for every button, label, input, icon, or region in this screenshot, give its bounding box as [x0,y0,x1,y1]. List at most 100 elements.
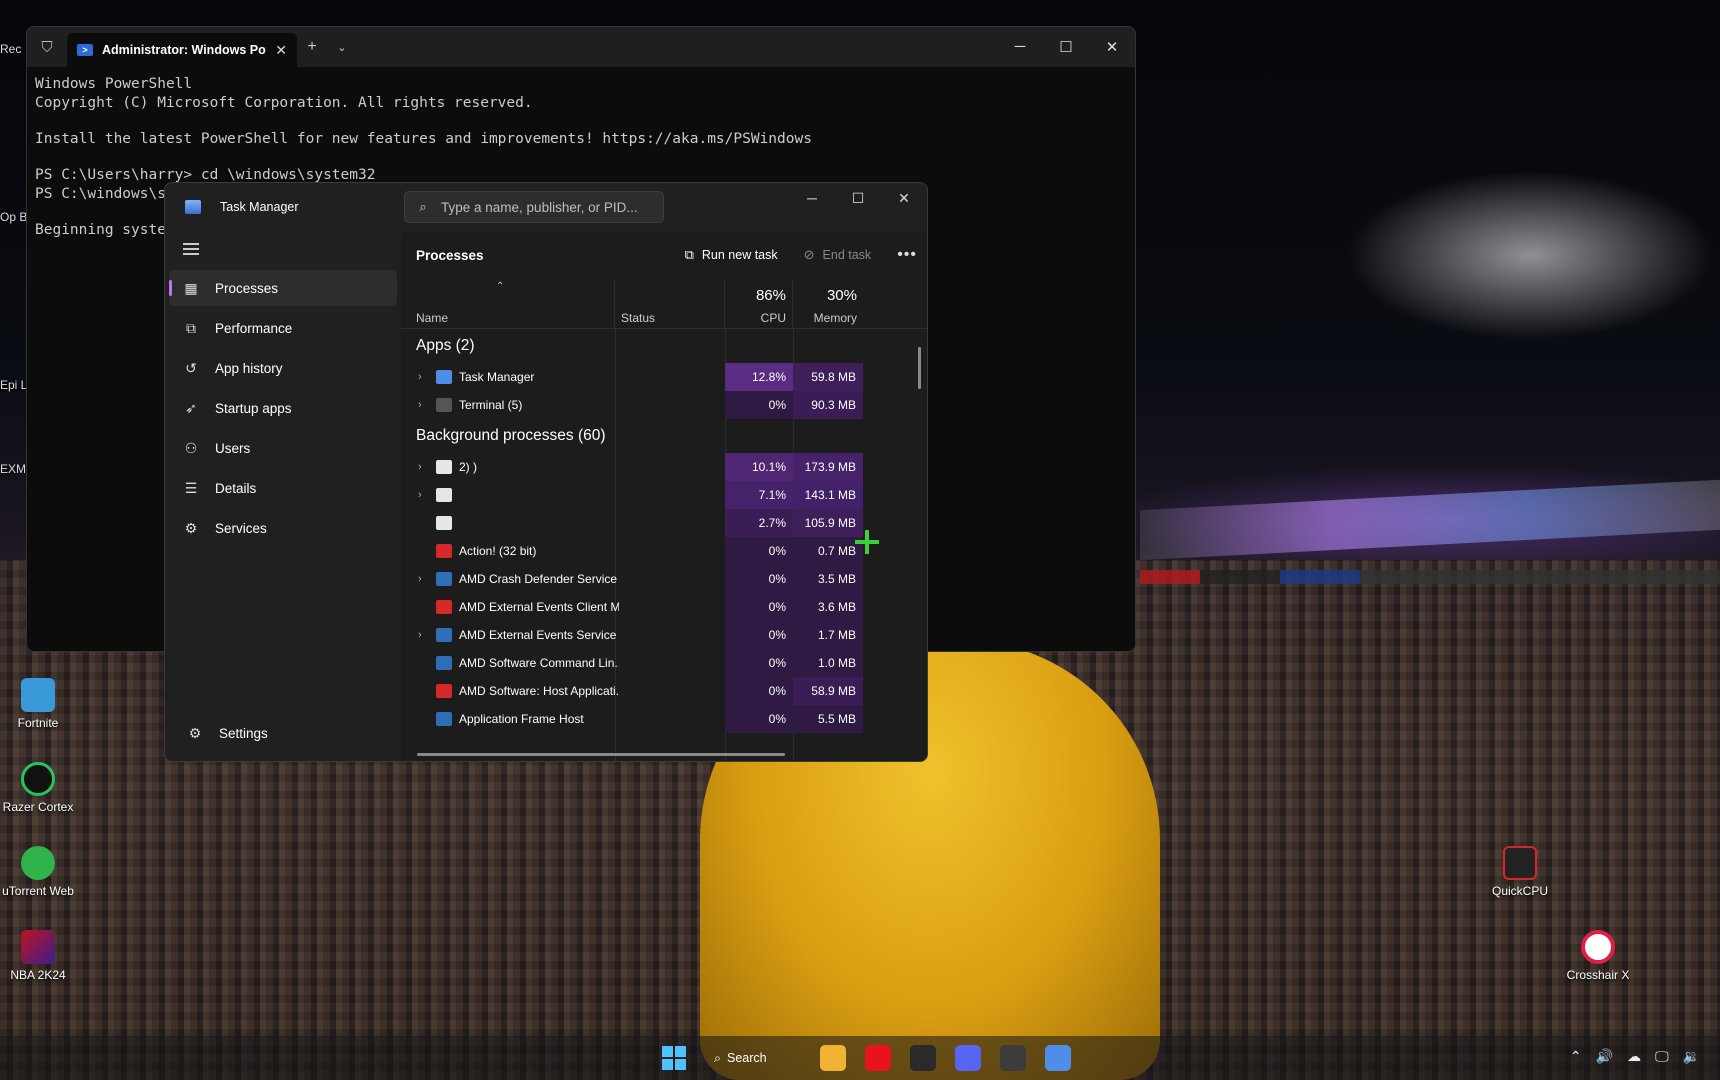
memory-cell: 173.9 MB [793,453,863,481]
sidebar-item-app-history[interactable]: ↺ App history [169,350,397,386]
desktop-icon-fortnite[interactable]: Fortnite [0,678,78,730]
taskbar-search-button[interactable]: ⌕ Search [714,1044,794,1072]
new-tab-button[interactable]: + [297,38,327,56]
process-list[interactable]: Apps (2) › Task Manager 12.8% 59.8 MB › Termin… [401,329,927,761]
close-button[interactable]: ✕ [881,183,927,213]
desktop-icon-razer-cortex[interactable]: Razer Cortex [0,762,78,814]
taskbar: ⌕ Search ⌃ 🔊 ☁ 🖵 🔉 [0,1036,1720,1080]
chevron-down-icon[interactable]: ⌄ [327,41,357,54]
search-input[interactable] [441,199,651,215]
network-icon[interactable]: 🖵 [1655,1048,1669,1065]
chevron-right-icon[interactable]: › [418,489,422,501]
minimize-button[interactable]: ─ [997,38,1043,56]
volume-icon[interactable]: 🔉 [1683,1048,1700,1065]
process-name: Application Frame Host [459,712,584,726]
close-tab-icon[interactable]: ✕ [275,42,287,59]
chevron-right-icon[interactable]: › [418,461,422,473]
cpu-cell: 2.7% [725,509,793,537]
memory-cell: 59.8 MB [793,363,863,391]
sidebar-item-startup-apps[interactable]: ➶ Startup apps [169,390,397,426]
chevron-right-icon[interactable]: › [418,371,422,383]
sidebar-item-users[interactable]: ⚇ Users [169,430,397,466]
cpu-cell: 0% [725,391,793,419]
users-icon: ⚇ [184,439,198,456]
sidebar-item-label: Startup apps [215,400,292,416]
task-manager-titlebar[interactable]: Task Manager ⌕ ─ ☐ ✕ [165,183,927,231]
table-row[interactable]: › Terminal (5) 0% 90.3 MB [401,391,927,419]
sidebar-item-details[interactable]: ☰ Details [169,470,397,506]
sidebar-item-settings[interactable]: ⚙ Settings [173,715,401,751]
start-button[interactable] [662,1046,686,1070]
maximize-button[interactable]: ☐ [1043,38,1089,56]
crosshair-cursor-icon [855,530,879,554]
terminal-icon[interactable] [1000,1045,1026,1071]
terminal-tab[interactable]: > Administrator: Windows PowerShell ✕ [67,33,297,67]
cpu-cell: 10.1% [725,453,793,481]
table-row[interactable]: AMD Software: Host Applicati... 0% 58.9 MB [401,677,927,705]
close-button[interactable]: ✕ [1089,38,1135,56]
table-row[interactable]: Action! (32 bit) 0% 0.7 MB [401,537,927,565]
search-box[interactable]: ⌕ [404,191,664,223]
memory-cell: 5.5 MB [793,705,863,733]
desktop-icon-quickcpu[interactable]: QuickCPU [1480,846,1560,898]
desktop-icon-label: Crosshair X [1566,968,1630,982]
chevron-right-icon[interactable]: › [418,399,422,411]
desktop-icon-crosshair-x[interactable]: Crosshair X [1558,930,1638,982]
chevron-up-icon[interactable]: ⌃ [1570,1048,1582,1065]
task-manager-window[interactable]: Task Manager ⌕ ─ ☐ ✕ ▦ Processes ⧉ Performa… [164,182,928,762]
maximize-button[interactable]: ☐ [835,183,881,213]
group-title: Background processes (60) [416,427,606,444]
chevron-right-icon[interactable]: › [418,573,422,585]
desktop-edge-label[interactable]: EXM [0,462,26,476]
search-icon: ⌕ [419,199,427,214]
task-manager-icon[interactable] [1045,1045,1071,1071]
table-row[interactable]: Application Frame Host 0% 5.5 MB [401,705,927,733]
process-group-header[interactable]: Background processes (60) [401,419,927,453]
terminal-titlebar[interactable]: ⛉ > Administrator: Windows PowerShell ✕ … [27,27,1135,67]
run-new-task-button[interactable]: ⧉ Run new task [685,247,778,263]
column-header-memory[interactable]: 30% Memory [793,279,863,329]
end-task-button[interactable]: ⊘ End task [804,247,872,263]
desktop-icon-label: uTorrent Web [2,884,74,898]
table-row[interactable]: 2.7% 105.9 MB [401,509,927,537]
hamburger-menu-icon[interactable] [183,243,199,255]
sidebar-item-processes[interactable]: ▦ Processes [169,270,397,306]
processes-icon: ▦ [184,279,198,296]
details-icon: ☰ [184,479,198,496]
horizontal-scrollbar[interactable] [417,753,785,756]
crosshair-x-icon [1581,930,1615,964]
more-options-icon[interactable]: ••• [897,246,917,264]
terminal-line: Windows PowerShell [35,76,193,92]
table-row[interactable]: › 7.1% 143.1 MB [401,481,927,509]
shield-icon: ⛉ [41,38,53,56]
table-row[interactable]: › AMD Crash Defender Service 0% 3.5 MB [401,565,927,593]
cpu-cell: 7.1% [725,481,793,509]
memory-cell: 3.5 MB [793,565,863,593]
chevron-right-icon[interactable]: › [418,629,422,641]
process-group-header[interactable]: Apps (2) [401,329,927,363]
epic-games-icon[interactable] [910,1045,936,1071]
table-row[interactable]: › Task Manager 12.8% 59.8 MB [401,363,927,391]
desktop-edge-label[interactable]: Epi La [0,378,26,392]
sidebar: ▦ Processes ⧉ Performance ↺ App history ➶ Start… [165,231,401,761]
file-explorer-icon[interactable] [820,1045,846,1071]
discord-icon[interactable] [955,1045,981,1071]
table-row[interactable]: AMD External Events Client M... 0% 3.6 MB [401,593,927,621]
desktop-edge-label[interactable]: Op Br [0,210,26,224]
table-row[interactable]: AMD Software Command Lin... 0% 1.0 MB [401,649,927,677]
opera-icon[interactable] [865,1045,891,1071]
table-row[interactable]: › AMD External Events Service ... 0% 1.7 MB [401,621,927,649]
sidebar-item-performance[interactable]: ⧉ Performance [169,310,397,346]
desktop-icon-utorrent-web[interactable]: uTorrent Web [0,846,78,898]
column-header-status[interactable]: Status [615,279,725,329]
desktop-icon-nba-2k24[interactable]: NBA 2K24 [0,930,78,982]
table-row[interactable]: › 2) ) 10.1% 173.9 MB [401,453,927,481]
desktop-edge-label[interactable]: Rec [0,42,26,56]
column-header-name[interactable]: ⌃ Name [401,279,615,329]
desktop-icon-label: Fortnite [17,716,59,730]
onedrive-icon[interactable]: ☁ [1627,1048,1641,1065]
column-header-cpu[interactable]: 86% CPU [725,279,793,329]
minimize-button[interactable]: ─ [789,183,835,213]
sidebar-item-services[interactable]: ⚙ Services [169,510,397,546]
speaker-icon[interactable]: 🔊 [1596,1048,1613,1065]
